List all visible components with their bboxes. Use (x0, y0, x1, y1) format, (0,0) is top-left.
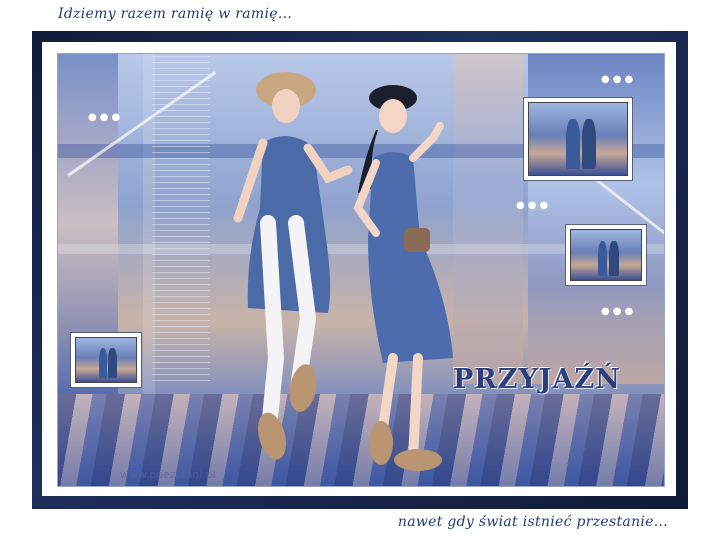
dots-decoration: ●●● (516, 200, 552, 211)
thumbnail-frame (565, 224, 647, 286)
artwork-image: ●●● ●●● ●●● ●●● PRZYJAŹŃ www.poezjaani.p… (57, 53, 665, 487)
dots-decoration: ●●● (601, 306, 637, 317)
watermark-url: www.poezjaani.pl (120, 468, 216, 481)
two-women-figures (233, 72, 453, 471)
przyjazn-logo-text: PRZYJAŹŃ (453, 364, 621, 395)
dots-decoration: ●●● (88, 112, 124, 123)
thumbnail-image (570, 229, 642, 281)
decorative-text-column (152, 56, 210, 386)
bottom-caption: nawet gdy świat istnieć przestanie... (397, 514, 668, 530)
dots-decoration: ●●● (601, 74, 637, 85)
top-caption: Idziemy razem ramię w ramię... (58, 6, 293, 22)
thumbnail-image (75, 337, 137, 383)
thumbnail-frame (70, 332, 142, 388)
thumbnail-frame (523, 97, 633, 181)
thumbnail-image (528, 102, 628, 176)
